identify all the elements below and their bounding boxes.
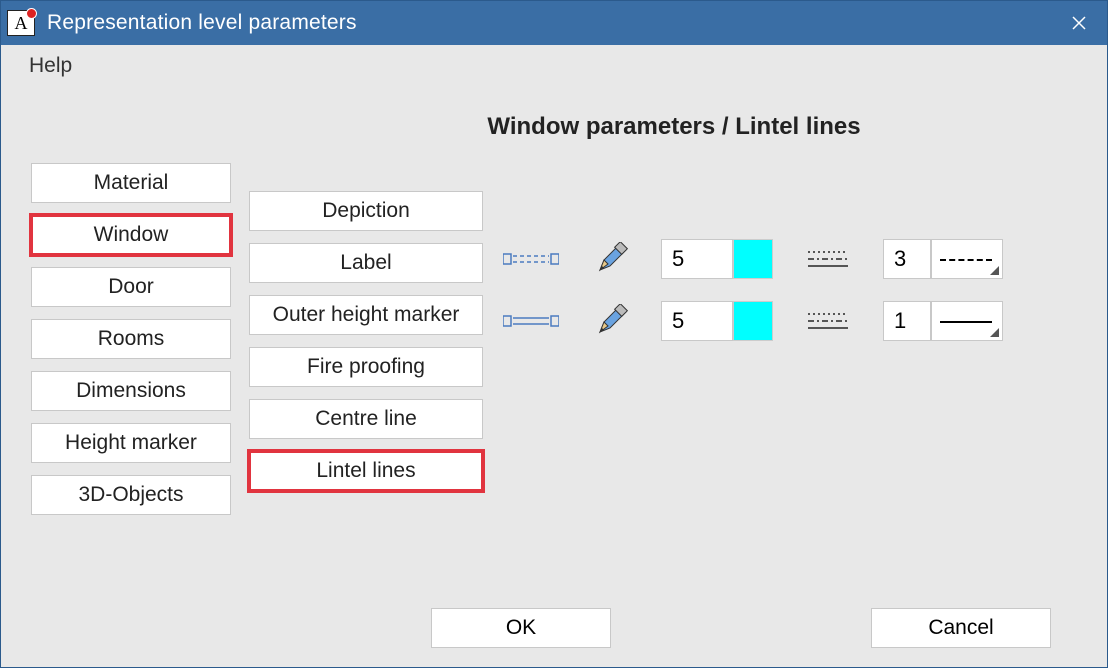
close-button[interactable] <box>1057 1 1101 45</box>
columns: Material Window Door Rooms Dimensions He… <box>31 163 1077 515</box>
subcategory-lintel-lines[interactable]: Lintel lines <box>249 451 483 491</box>
param-row-upper-lintel <box>501 239 1077 279</box>
app-icon: A <box>7 10 35 36</box>
preview-icon-dashed <box>501 249 561 269</box>
cancel-button[interactable]: Cancel <box>871 608 1051 648</box>
window-title: Representation level parameters <box>47 11 1057 35</box>
dialog-window: A Representation level parameters Help W… <box>0 0 1108 668</box>
category-list: Material Window Door Rooms Dimensions He… <box>31 163 231 515</box>
menu-help[interactable]: Help <box>21 50 80 82</box>
menubar: Help <box>1 45 1107 87</box>
linestyle-preview-2[interactable] <box>931 301 1003 341</box>
linetype-number-2[interactable] <box>883 301 931 341</box>
color-swatch-2[interactable] <box>733 301 773 341</box>
color-swatch-1[interactable] <box>733 239 773 279</box>
subcategory-outer-height-marker[interactable]: Outer height marker <box>249 295 483 335</box>
subcategory-depiction[interactable]: Depiction <box>249 191 483 231</box>
subcategory-fire-proofing[interactable]: Fire proofing <box>249 347 483 387</box>
preview-icon-solid <box>501 311 561 331</box>
pen-number-2[interactable] <box>661 301 733 341</box>
pen-picker-2[interactable] <box>591 301 631 341</box>
category-rooms[interactable]: Rooms <box>31 319 231 359</box>
linestyle-preview-1[interactable] <box>931 239 1003 279</box>
parameter-panel <box>501 163 1077 515</box>
content-area: Window parameters / Lintel lines Materia… <box>1 87 1107 597</box>
category-3d-objects[interactable]: 3D-Objects <box>31 475 231 515</box>
pen-picker-1[interactable] <box>591 239 631 279</box>
category-height-marker[interactable]: Height marker <box>31 423 231 463</box>
param-row-lower-lintel <box>501 301 1077 341</box>
ok-button[interactable]: OK <box>431 608 611 648</box>
pen-number-1[interactable] <box>661 239 733 279</box>
linetype-number-1[interactable] <box>883 239 931 279</box>
category-dimensions[interactable]: Dimensions <box>31 371 231 411</box>
category-material[interactable]: Material <box>31 163 231 203</box>
dialog-footer: OK Cancel <box>1 597 1107 667</box>
linetype-picker-icon-1[interactable] <box>803 244 853 274</box>
subcategory-centre-line[interactable]: Centre line <box>249 399 483 439</box>
page-title: Window parameters / Lintel lines <box>271 113 1077 141</box>
titlebar: A Representation level parameters <box>1 1 1107 45</box>
category-door[interactable]: Door <box>31 267 231 307</box>
linetype-picker-icon-2[interactable] <box>803 306 853 336</box>
subcategory-list: Depiction Label Outer height marker Fire… <box>249 191 483 515</box>
category-window[interactable]: Window <box>31 215 231 255</box>
subcategory-label[interactable]: Label <box>249 243 483 283</box>
